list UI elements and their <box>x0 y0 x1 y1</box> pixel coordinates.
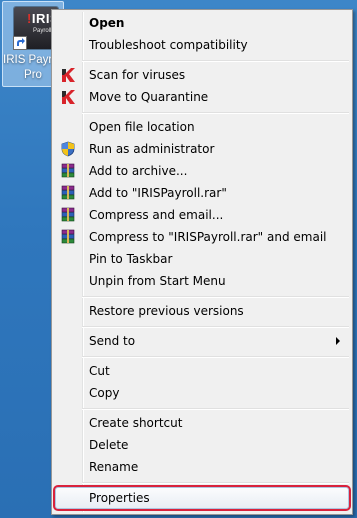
menu-item-label: Pin to Taskbar <box>89 252 173 266</box>
winrar-icon <box>60 163 76 179</box>
menu-item-compress-to-rar-and-email[interactable]: Compress to "IRISPayroll.rar" and email <box>55 226 349 248</box>
menu-item-label: Send to <box>89 334 136 348</box>
menu-separator <box>82 112 349 114</box>
menu-separator <box>82 296 349 298</box>
menu-item-rename[interactable]: Rename <box>55 456 349 478</box>
menu-item-label: Troubleshoot compatibility <box>89 38 248 52</box>
context-menu: Open Troubleshoot compatibility Scan for… <box>51 9 353 515</box>
menu-item-unpin-from-start-menu[interactable]: Unpin from Start Menu <box>55 270 349 292</box>
menu-item-move-to-quarantine[interactable]: Move to Quarantine <box>55 86 349 108</box>
menu-item-compress-and-email[interactable]: Compress and email... <box>55 204 349 226</box>
menu-item-add-to-rar[interactable]: Add to "IRISPayroll.rar" <box>55 182 349 204</box>
menu-separator <box>82 356 349 358</box>
menu-item-run-as-administrator[interactable]: Run as administrator <box>55 138 349 160</box>
menu-item-open-file-location[interactable]: Open file location <box>55 116 349 138</box>
menu-item-troubleshoot-compatibility[interactable]: Troubleshoot compatibility <box>55 34 349 56</box>
menu-item-send-to[interactable]: Send to <box>55 330 349 352</box>
menu-item-label: Move to Quarantine <box>89 90 209 104</box>
menu-item-label: Add to "IRISPayroll.rar" <box>89 186 227 200</box>
menu-item-label: Cut <box>89 364 110 378</box>
menu-item-cut[interactable]: Cut <box>55 360 349 382</box>
menu-item-scan-for-viruses[interactable]: Scan for viruses <box>55 64 349 86</box>
menu-item-label: Delete <box>89 438 129 452</box>
menu-item-label: Run as administrator <box>89 142 215 156</box>
kaspersky-icon <box>60 89 76 105</box>
menu-item-properties[interactable]: Properties <box>53 485 351 511</box>
menu-item-copy[interactable]: Copy <box>55 382 349 404</box>
winrar-icon <box>60 229 76 245</box>
menu-item-label: Open <box>89 16 125 30</box>
iris-logo-sub: Payroll <box>33 28 52 34</box>
menu-item-label: Copy <box>89 386 120 400</box>
menu-item-label: Add to archive... <box>89 164 188 178</box>
menu-item-restore-previous-versions[interactable]: Restore previous versions <box>55 300 349 322</box>
winrar-icon <box>60 207 76 223</box>
menu-item-label: Scan for viruses <box>89 68 186 82</box>
shortcut-arrow-icon <box>13 36 27 50</box>
menu-separator <box>82 326 349 328</box>
menu-item-label: Compress to "IRISPayroll.rar" and email <box>89 230 327 244</box>
menu-item-label: Compress and email... <box>89 208 224 222</box>
menu-item-label: Create shortcut <box>89 416 183 430</box>
menu-separator <box>82 408 349 410</box>
menu-item-label: Rename <box>89 460 139 474</box>
menu-item-pin-to-taskbar[interactable]: Pin to Taskbar <box>55 248 349 270</box>
kaspersky-icon <box>60 67 76 83</box>
uac-shield-icon <box>60 141 76 157</box>
menu-separator <box>82 482 349 484</box>
menu-item-label: Unpin from Start Menu <box>89 274 226 288</box>
menu-item-label: Properties <box>89 491 150 505</box>
menu-separator <box>82 60 349 62</box>
menu-item-label: Restore previous versions <box>89 304 244 318</box>
menu-item-delete[interactable]: Delete <box>55 434 349 456</box>
menu-item-add-to-archive[interactable]: Add to archive... <box>55 160 349 182</box>
winrar-icon <box>60 185 76 201</box>
menu-item-label: Open file location <box>89 120 195 134</box>
menu-item-open[interactable]: Open <box>55 12 349 34</box>
chevron-right-icon <box>336 337 340 345</box>
menu-item-create-shortcut[interactable]: Create shortcut <box>55 412 349 434</box>
